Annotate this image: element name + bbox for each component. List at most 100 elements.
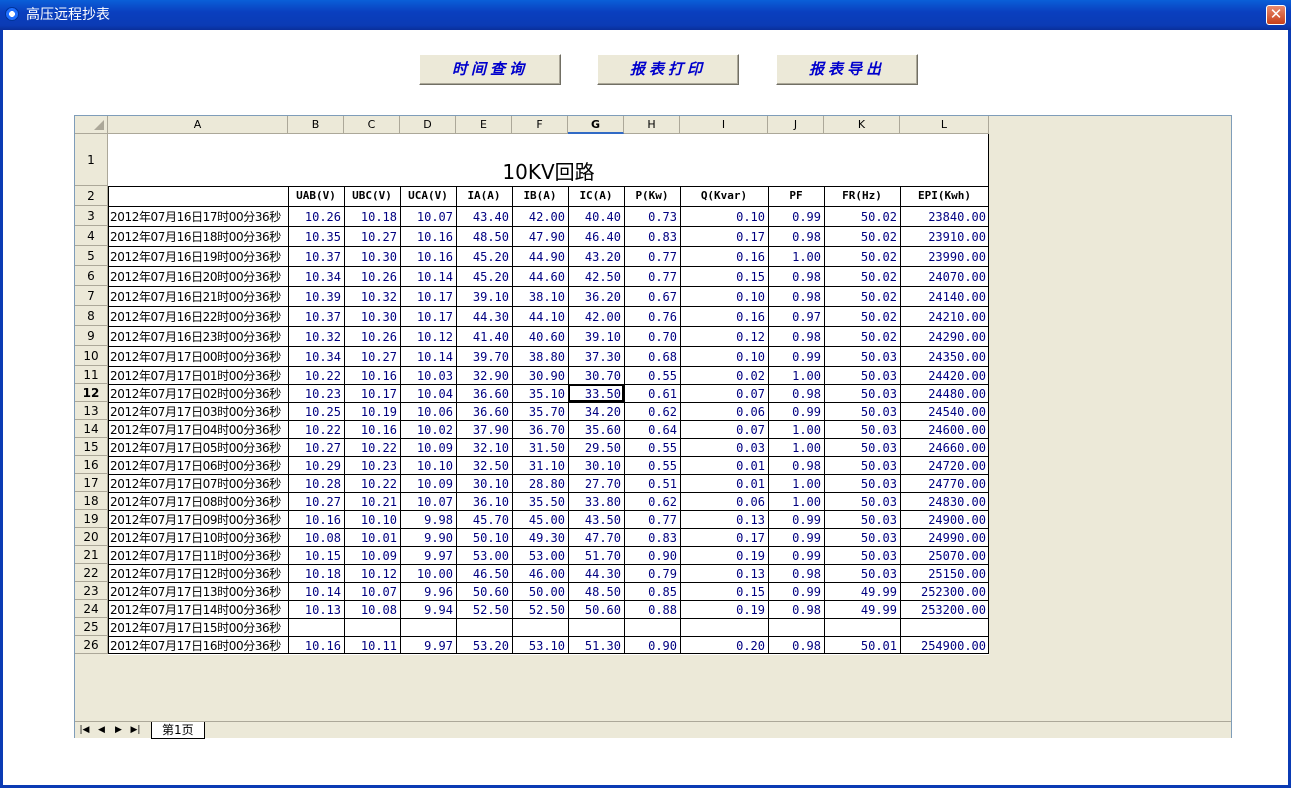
value-cell[interactable]: 53.00 [456, 546, 512, 564]
value-cell[interactable]: 9.98 [400, 510, 456, 528]
value-cell[interactable]: 10.00 [400, 564, 456, 582]
value-cell[interactable]: 50.03 [824, 546, 900, 564]
row-header[interactable]: 6 [75, 266, 108, 286]
value-cell[interactable]: 24900.00 [900, 510, 989, 528]
value-cell[interactable]: 0.77 [624, 246, 680, 266]
row-header[interactable]: 15 [75, 438, 108, 456]
row-header[interactable]: 12 [75, 384, 108, 402]
row-header[interactable]: 2 [75, 186, 108, 206]
column-title-cell[interactable]: Q(Kvar) [680, 186, 768, 206]
value-cell[interactable]: 0.20 [680, 636, 768, 654]
column-header[interactable]: E [456, 116, 512, 134]
row-header[interactable]: 10 [75, 346, 108, 366]
report-print-button[interactable]: 报表打印 [597, 54, 739, 85]
column-title-cell[interactable]: UAB(V) [288, 186, 344, 206]
value-cell[interactable]: 43.20 [568, 246, 624, 266]
value-cell[interactable]: 44.90 [512, 246, 568, 266]
value-cell[interactable]: 10.37 [288, 306, 344, 326]
value-cell[interactable]: 23990.00 [900, 246, 989, 266]
value-cell[interactable]: 49.30 [512, 528, 568, 546]
row-header[interactable]: 9 [75, 326, 108, 346]
value-cell[interactable]: 9.97 [400, 636, 456, 654]
value-cell[interactable]: 10.10 [344, 510, 400, 528]
value-cell[interactable]: 9.90 [400, 528, 456, 546]
value-cell[interactable]: 10.17 [344, 384, 400, 402]
value-cell[interactable]: 0.98 [768, 384, 824, 402]
timestamp-cell[interactable]: 2012年07月17日14时00分36秒 [108, 600, 288, 618]
value-cell[interactable]: 10.21 [344, 492, 400, 510]
timestamp-cell[interactable]: 2012年07月17日07时00分36秒 [108, 474, 288, 492]
value-cell[interactable]: 23840.00 [900, 206, 989, 226]
value-cell[interactable]: 47.90 [512, 226, 568, 246]
row-header[interactable]: 17 [75, 474, 108, 492]
timestamp-cell[interactable]: 2012年07月16日22时00分36秒 [108, 306, 288, 326]
timestamp-cell[interactable]: 2012年07月17日15时00分36秒 [108, 618, 288, 636]
value-cell[interactable] [624, 618, 680, 636]
value-cell[interactable]: 0.98 [768, 286, 824, 306]
value-cell[interactable]: 31.50 [512, 438, 568, 456]
value-cell[interactable]: 0.97 [768, 306, 824, 326]
value-cell[interactable]: 37.90 [456, 420, 512, 438]
value-cell[interactable] [680, 618, 768, 636]
first-sheet-button[interactable]: |◀ [77, 724, 92, 737]
value-cell[interactable]: 38.80 [512, 346, 568, 366]
value-cell[interactable]: 40.60 [512, 326, 568, 346]
value-cell[interactable]: 50.10 [456, 528, 512, 546]
column-title-cell[interactable]: EPI(Kwh) [900, 186, 989, 206]
value-cell[interactable]: 32.10 [456, 438, 512, 456]
value-cell[interactable] [900, 618, 989, 636]
value-cell[interactable]: 0.99 [768, 402, 824, 420]
value-cell[interactable]: 50.03 [824, 384, 900, 402]
timestamp-cell[interactable]: 2012年07月17日16时00分36秒 [108, 636, 288, 654]
value-cell[interactable]: 0.83 [624, 528, 680, 546]
timestamp-cell[interactable]: 2012年07月17日06时00分36秒 [108, 456, 288, 474]
value-cell[interactable]: 24420.00 [900, 366, 989, 384]
value-cell[interactable]: 44.30 [568, 564, 624, 582]
row-header[interactable]: 13 [75, 402, 108, 420]
timestamp-cell[interactable]: 2012年07月17日02时00分36秒 [108, 384, 288, 402]
value-cell[interactable]: 50.03 [824, 510, 900, 528]
value-cell[interactable]: 0.10 [680, 286, 768, 306]
value-cell[interactable]: 34.20 [568, 402, 624, 420]
value-cell[interactable] [344, 618, 400, 636]
column-header[interactable]: G [568, 116, 624, 134]
value-cell[interactable]: 42.50 [568, 266, 624, 286]
value-cell[interactable]: 0.64 [624, 420, 680, 438]
value-cell[interactable]: 10.27 [288, 438, 344, 456]
value-cell[interactable]: 42.00 [512, 206, 568, 226]
row-header[interactable]: 19 [75, 510, 108, 528]
value-cell[interactable]: 36.20 [568, 286, 624, 306]
value-cell[interactable]: 24660.00 [900, 438, 989, 456]
value-cell[interactable]: 10.16 [344, 366, 400, 384]
column-header[interactable]: J [768, 116, 824, 134]
value-cell[interactable]: 10.07 [400, 206, 456, 226]
value-cell[interactable]: 50.02 [824, 206, 900, 226]
timestamp-cell[interactable]: 2012年07月17日09时00分36秒 [108, 510, 288, 528]
row-header[interactable]: 18 [75, 492, 108, 510]
value-cell[interactable]: 0.99 [768, 510, 824, 528]
value-cell[interactable]: 10.03 [400, 366, 456, 384]
column-title-cell[interactable]: P(Kw) [624, 186, 680, 206]
value-cell[interactable]: 50.03 [824, 420, 900, 438]
value-cell[interactable]: 9.94 [400, 600, 456, 618]
timestamp-cell[interactable]: 2012年07月16日17时00分36秒 [108, 206, 288, 226]
column-title-cell[interactable]: IB(A) [512, 186, 568, 206]
value-cell[interactable]: 10.27 [344, 346, 400, 366]
value-cell[interactable]: 0.10 [680, 346, 768, 366]
value-cell[interactable]: 0.76 [624, 306, 680, 326]
value-cell[interactable]: 45.20 [456, 246, 512, 266]
value-cell[interactable]: 10.22 [344, 474, 400, 492]
value-cell[interactable]: 47.70 [568, 528, 624, 546]
value-cell[interactable]: 10.34 [288, 346, 344, 366]
value-cell[interactable]: 1.00 [768, 474, 824, 492]
timestamp-cell[interactable]: 2012年07月16日20时00分36秒 [108, 266, 288, 286]
value-cell[interactable] [768, 618, 824, 636]
value-cell[interactable]: 50.03 [824, 456, 900, 474]
value-cell[interactable]: 10.07 [400, 492, 456, 510]
timestamp-cell[interactable]: 2012年07月16日23时00分36秒 [108, 326, 288, 346]
time-query-button[interactable]: 时间查询 [419, 54, 561, 85]
cell-area[interactable]: 10KV回路 UAB(V) UBC(V) UCA(V) IA(A) IB(A) IC(A)… [108, 134, 989, 655]
column-header[interactable]: L [900, 116, 989, 134]
value-cell[interactable]: 28.80 [512, 474, 568, 492]
value-cell[interactable]: 10.09 [400, 474, 456, 492]
